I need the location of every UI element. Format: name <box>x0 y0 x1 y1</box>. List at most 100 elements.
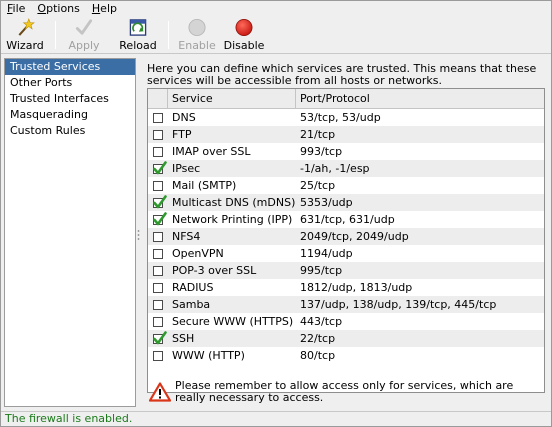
row-check-cell <box>148 194 168 208</box>
warning-text: Please remember to allow access only for… <box>175 379 514 404</box>
service-name: SSH <box>172 332 195 345</box>
pane-resize-handle[interactable] <box>137 228 140 242</box>
service-name: OpenVPN <box>172 247 224 260</box>
service-port: -1/ah, -1/esp <box>300 162 370 175</box>
service-checkbox[interactable] <box>153 180 163 191</box>
service-checkbox[interactable] <box>153 265 163 276</box>
menu-help[interactable]: Help <box>92 2 117 15</box>
service-checkbox[interactable] <box>153 282 163 293</box>
header-service[interactable]: Service <box>168 89 296 108</box>
row-check-cell <box>148 330 168 344</box>
service-checkbox[interactable] <box>153 231 163 242</box>
header-check-column[interactable] <box>148 89 168 108</box>
service-port: 21/tcp <box>300 128 336 141</box>
service-checkbox[interactable] <box>153 248 163 259</box>
row-check-cell <box>148 211 168 225</box>
service-checkbox[interactable] <box>153 299 163 310</box>
service-checkbox[interactable] <box>153 211 167 225</box>
row-check-cell <box>148 231 168 242</box>
sidebar-item-masquerading[interactable]: Masquerading <box>5 107 135 123</box>
sidebar-item-trusted-interfaces[interactable]: Trusted Interfaces <box>5 91 135 107</box>
service-port: 2049/tcp, 2049/udp <box>300 230 409 243</box>
gray-circle-icon <box>188 18 206 37</box>
apply-button[interactable]: Apply <box>64 16 104 52</box>
table-row[interactable]: RADIUS 1812/udp, 1813/udp <box>148 279 544 296</box>
reload-label: Reload <box>119 39 157 52</box>
row-check-cell <box>148 282 168 293</box>
menubar: File Options Help <box>1 1 551 16</box>
table-row[interactable]: Network Printing (IPP) 631/tcp, 631/udp <box>148 211 544 228</box>
warning-triangle-icon <box>149 382 171 402</box>
table-row[interactable]: SSH 22/tcp <box>148 330 544 347</box>
service-name: Network Printing (IPP) <box>172 213 293 226</box>
service-checkbox[interactable] <box>153 194 167 208</box>
service-checkbox[interactable] <box>153 160 167 174</box>
service-checkbox[interactable] <box>153 112 163 123</box>
service-port: 1812/udp, 1813/udp <box>300 281 413 294</box>
table-row[interactable]: WWW (HTTP) 80/tcp <box>148 347 544 364</box>
table-row[interactable]: Multicast DNS (mDNS) 5353/udp <box>148 194 544 211</box>
service-name: Samba <box>172 298 211 311</box>
menu-file[interactable]: File <box>7 2 25 15</box>
header-port[interactable]: Port/Protocol <box>296 89 544 108</box>
apply-label: Apply <box>68 39 100 52</box>
red-circle-icon <box>235 19 253 36</box>
table-row[interactable]: DNS 53/tcp, 53/udp <box>148 109 544 126</box>
enable-button[interactable]: Enable <box>175 16 219 52</box>
row-check-cell <box>148 299 168 310</box>
service-name: RADIUS <box>172 281 214 294</box>
sidebar-item-trusted-services[interactable]: Trusted Services <box>5 59 135 75</box>
status-bar: The firewall is enabled. <box>1 411 551 426</box>
wizard-button[interactable]: Wizard <box>3 16 47 52</box>
table-row[interactable]: POP-3 over SSL 995/tcp <box>148 262 544 279</box>
service-name: IPsec <box>172 162 201 175</box>
enable-label: Enable <box>178 39 216 52</box>
checkmark-icon <box>75 19 93 35</box>
service-checkbox[interactable] <box>153 316 163 327</box>
service-port: 1194/udp <box>300 247 353 260</box>
table-row[interactable]: IMAP over SSL 993/tcp <box>148 143 544 160</box>
service-checkbox[interactable] <box>153 350 163 361</box>
firewall-window: File Options Help Wizard Apply Reload En… <box>0 0 552 427</box>
row-check-cell <box>148 146 168 157</box>
wizard-label: Wizard <box>6 39 44 52</box>
checkmark-icon <box>153 330 167 344</box>
toolbar-separator <box>55 21 56 49</box>
menu-options[interactable]: Options <box>37 2 79 15</box>
table-row[interactable]: IPsec -1/ah, -1/esp <box>148 160 544 177</box>
row-check-cell <box>148 265 168 276</box>
row-check-cell <box>148 248 168 259</box>
reload-icon <box>129 19 147 36</box>
row-check-cell <box>148 160 168 174</box>
disable-label: Disable <box>223 39 265 52</box>
disable-button[interactable]: Disable <box>221 16 267 52</box>
sidebar: Trusted Services Other Ports Trusted Inter… <box>4 58 136 407</box>
service-name: DNS <box>172 111 196 124</box>
service-port: 5353/udp <box>300 196 353 209</box>
table-row[interactable]: OpenVPN 1194/udp <box>148 245 544 262</box>
table-row[interactable]: Secure WWW (HTTPS) 443/tcp <box>148 313 544 330</box>
table-body: DNS 53/tcp, 53/udp FTP 21/tcp IMAP over SSL 9… <box>148 109 544 364</box>
table-row[interactable]: FTP 21/tcp <box>148 126 544 143</box>
service-name: Multicast DNS (mDNS) <box>172 196 296 209</box>
table-row[interactable]: Samba 137/udp, 138/udp, 139/tcp, 445/tcp <box>148 296 544 313</box>
service-name: Mail (SMTP) <box>172 179 237 192</box>
sidebar-item-custom-rules[interactable]: Custom Rules <box>5 123 135 139</box>
services-table: Service Port/Protocol DNS 53/tcp, 53/udp F… <box>147 88 545 393</box>
service-name: Secure WWW (HTTPS) <box>172 315 294 328</box>
sidebar-item-other-ports[interactable]: Other Ports <box>5 75 135 91</box>
reload-button[interactable]: Reload <box>116 16 160 52</box>
service-port: 22/tcp <box>300 332 336 345</box>
service-port: 631/tcp, 631/udp <box>300 213 395 226</box>
service-name: FTP <box>172 128 192 141</box>
service-checkbox[interactable] <box>153 330 167 344</box>
row-check-cell <box>148 129 168 140</box>
service-port: 80/tcp <box>300 349 336 362</box>
service-port: 993/tcp <box>300 145 343 158</box>
service-checkbox[interactable] <box>153 146 163 157</box>
table-row[interactable]: NFS4 2049/tcp, 2049/udp <box>148 228 544 245</box>
service-checkbox[interactable] <box>153 129 163 140</box>
service-port: 995/tcp <box>300 264 343 277</box>
table-row[interactable]: Mail (SMTP) 25/tcp <box>148 177 544 194</box>
service-port: 25/tcp <box>300 179 336 192</box>
